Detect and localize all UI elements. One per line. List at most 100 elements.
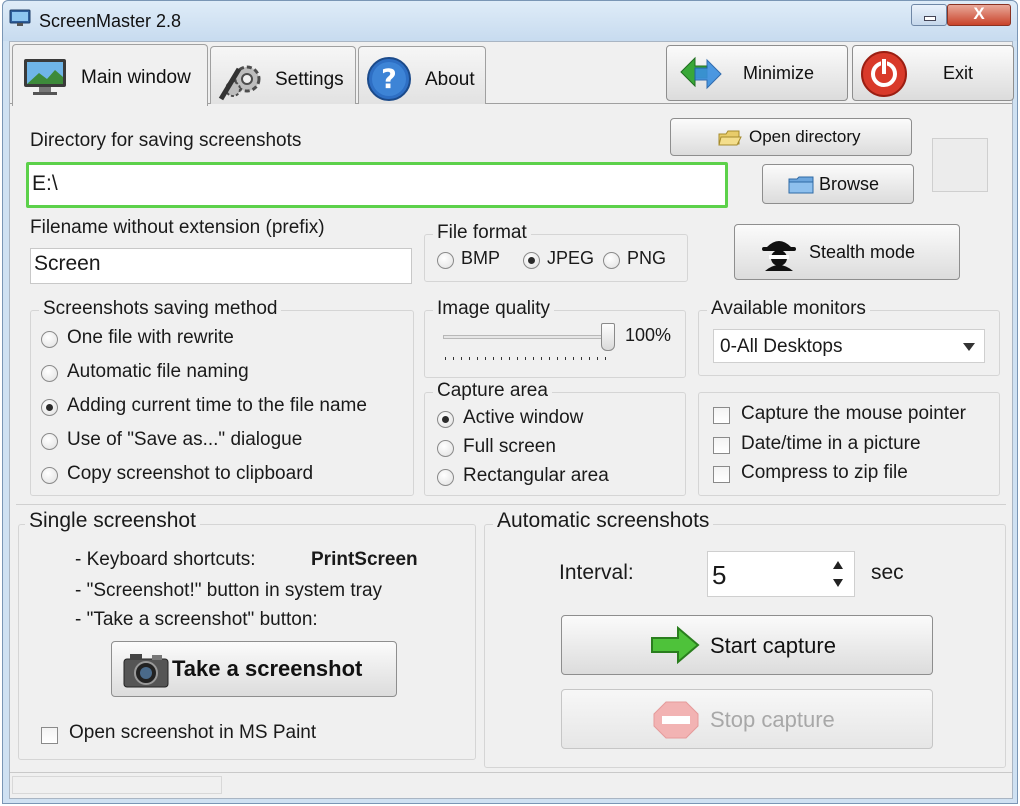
capture-active-window-label: Active window: [463, 407, 584, 428]
mouse-pointer-label: Capture the mouse pointer: [741, 403, 966, 424]
camera-icon: [123, 654, 169, 688]
interval-label: Interval:: [559, 561, 634, 584]
arrow-right-icon: [651, 626, 700, 664]
method-rewrite-label: One file with rewrite: [67, 327, 234, 348]
method-time-label: Adding current time to the file name: [67, 395, 367, 416]
start-capture-label: Start capture: [710, 633, 836, 658]
quality-slider-ticks: [445, 357, 613, 360]
tab-settings-label: Settings: [275, 69, 344, 90]
filename-input[interactable]: Screen: [30, 248, 412, 284]
format-png-label: PNG: [627, 248, 667, 268]
help-icon: ?: [367, 57, 411, 101]
datetime-checkbox[interactable]: [713, 437, 730, 454]
tab-about[interactable]: ? About: [358, 46, 486, 104]
method-clipboard-label: Copy screenshot to clipboard: [67, 463, 314, 484]
preview-box: [932, 138, 988, 192]
stop-capture-button[interactable]: Stop capture: [561, 689, 933, 749]
method-auto-naming-radio[interactable]: [41, 365, 58, 382]
chevron-down-icon: [963, 343, 975, 351]
monitor-select-value: 0-All Desktops: [720, 336, 843, 357]
method-clipboard-radio[interactable]: [41, 467, 58, 484]
tab-main-window[interactable]: Main window: [12, 44, 208, 106]
quality-slider-thumb[interactable]: [601, 323, 615, 351]
main-panel: Main window Settings ? About Minimize Ex…: [9, 41, 1014, 799]
start-capture-button[interactable]: Start capture: [561, 615, 933, 675]
app-window: ScreenMaster 2.8 X Main window Settings …: [2, 0, 1018, 804]
capture-full-screen-radio[interactable]: [437, 440, 454, 457]
window-minimize-button[interactable]: [911, 4, 947, 26]
format-png-radio[interactable]: [603, 252, 620, 269]
app-icon: [9, 9, 31, 26]
quality-value: 100%: [625, 325, 672, 345]
capture-active-window-radio[interactable]: [437, 411, 454, 428]
tray-instruction: - "Screenshot!" button in system tray: [75, 580, 383, 601]
button-instruction: - "Take a screenshot" button:: [75, 609, 318, 630]
stepper-up-icon[interactable]: [832, 560, 844, 570]
monitors-group: Available monitors 0-All Desktops: [698, 298, 1000, 376]
monitor-select[interactable]: 0-All Desktops: [713, 329, 985, 363]
datetime-label: Date/time in a picture: [741, 433, 921, 454]
open-directory-button[interactable]: Open directory: [670, 118, 912, 156]
exit-button[interactable]: Exit: [852, 45, 1014, 101]
open-in-paint-checkbox[interactable]: [41, 727, 58, 744]
quality-slider-track[interactable]: [443, 335, 611, 339]
format-bmp-radio[interactable]: [437, 252, 454, 269]
format-jpeg-label: JPEG: [547, 248, 595, 268]
exit-button-label: Exit: [943, 63, 974, 83]
stop-icon: [653, 701, 699, 739]
mouse-pointer-checkbox[interactable]: [713, 407, 730, 424]
capture-rectangular-label: Rectangular area: [463, 465, 609, 486]
interval-unit: sec: [871, 561, 904, 584]
single-screenshot-legend: Single screenshot: [25, 509, 200, 533]
compress-zip-checkbox[interactable]: [713, 466, 730, 483]
power-icon: [861, 51, 907, 97]
gears-icon: [218, 65, 261, 101]
capture-rectangular-radio[interactable]: [437, 469, 454, 486]
saving-method-group: Screenshots saving method One file with …: [30, 298, 414, 496]
tab-main-window-label: Main window: [81, 67, 191, 88]
capture-area-legend: Capture area: [433, 380, 552, 402]
compress-zip-label: Compress to zip file: [741, 462, 908, 483]
stepper-down-icon[interactable]: [832, 578, 844, 588]
method-rewrite-radio[interactable]: [41, 331, 58, 348]
section-divider: [16, 504, 1006, 505]
take-screenshot-label: Take a screenshot: [172, 656, 363, 681]
options-group: Capture the mouse pointer Date/time in a…: [698, 392, 1000, 496]
automatic-screenshots-group: Automatic screenshots Interval: 5 sec St…: [484, 509, 1006, 768]
capture-full-screen-label: Full screen: [463, 436, 556, 457]
tab-about-label: About: [425, 69, 475, 90]
stealth-mode-label: Stealth mode: [809, 242, 916, 262]
folder-icon: [788, 176, 814, 194]
single-screenshot-group: Single screenshot - Keyboard shortcuts: …: [18, 509, 476, 760]
title-bar: ScreenMaster 2.8 X: [3, 1, 1017, 41]
method-time-radio[interactable]: [41, 399, 58, 416]
method-save-as-radio[interactable]: [41, 433, 58, 450]
automatic-screenshots-legend: Automatic screenshots: [493, 509, 714, 533]
tab-settings[interactable]: Settings: [210, 46, 356, 104]
directory-label: Directory for saving screenshots: [30, 130, 302, 151]
browse-button-label: Browse: [819, 174, 880, 194]
method-auto-naming-label: Automatic file naming: [67, 361, 249, 382]
shortcut-value: PrintScreen: [311, 549, 418, 570]
interval-value: 5: [712, 560, 727, 590]
open-directory-label: Open directory: [749, 127, 861, 146]
stop-capture-label: Stop capture: [710, 707, 835, 732]
minimize-button-label: Minimize: [743, 63, 815, 83]
browse-button[interactable]: Browse: [762, 164, 914, 204]
window-title: ScreenMaster 2.8: [39, 11, 182, 31]
status-segment: [12, 776, 222, 794]
filename-label: Filename without extension (prefix): [30, 217, 325, 238]
window-close-button[interactable]: X: [947, 4, 1011, 26]
saving-method-legend: Screenshots saving method: [39, 298, 282, 320]
minimize-button[interactable]: Minimize: [666, 45, 848, 101]
spy-icon: [762, 241, 796, 271]
status-bar: [10, 772, 1012, 798]
interval-stepper[interactable]: 5: [707, 551, 855, 597]
format-jpeg-radio[interactable]: [523, 252, 540, 269]
image-quality-legend: Image quality: [433, 298, 555, 320]
take-screenshot-button[interactable]: Take a screenshot: [111, 641, 397, 697]
capture-area-group: Capture area Active window Full screen R…: [424, 380, 686, 496]
folder-open-icon: [718, 130, 742, 146]
directory-input[interactable]: E:\: [26, 162, 728, 208]
stealth-mode-button[interactable]: Stealth mode: [734, 224, 960, 280]
